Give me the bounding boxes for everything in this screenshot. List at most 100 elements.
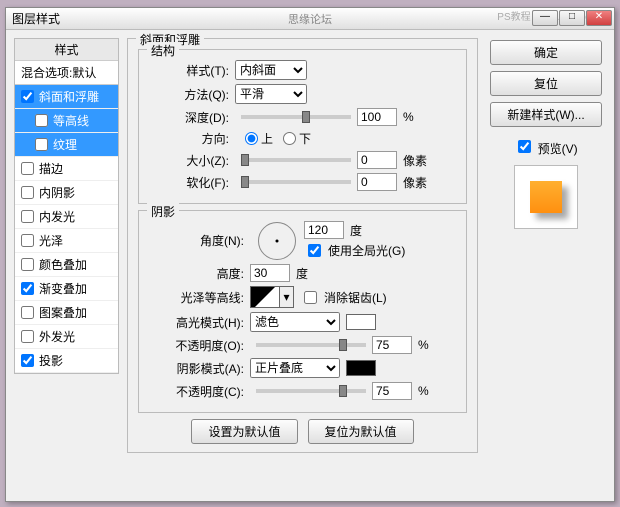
layer-style-dialog: 图层样式 思缘论坛 PS教程 bbs.tuyuan.com — □ ✕ 样式 混…: [5, 7, 615, 502]
technique-select[interactable]: 平滑: [235, 84, 307, 104]
gloss-contour-dropdown[interactable]: ▾: [280, 286, 294, 308]
soften-slider[interactable]: [241, 180, 351, 184]
style-item-6[interactable]: 光泽: [15, 229, 118, 253]
shadow-opacity-input[interactable]: [372, 382, 412, 400]
soften-label: 软化(F):: [149, 174, 229, 191]
ok-button[interactable]: 确定: [490, 40, 602, 65]
style-item-11[interactable]: 投影: [15, 349, 118, 373]
style-item-0[interactable]: 斜面和浮雕: [15, 85, 118, 109]
style-item-label: 斜面和浮雕: [39, 88, 99, 105]
direction-up-radio[interactable]: [245, 132, 258, 145]
style-item-3[interactable]: 描边: [15, 157, 118, 181]
style-item-label: 内阴影: [39, 184, 75, 201]
style-item-label: 内发光: [39, 208, 75, 225]
cancel-button[interactable]: 复位: [490, 71, 602, 96]
preview-label: 预览(V): [538, 142, 578, 156]
angle-label: 角度(N):: [149, 232, 244, 249]
style-item-checkbox[interactable]: [21, 234, 34, 247]
settings-panel: 斜面和浮雕 结构 样式(T): 内斜面 方法(Q): 平滑 深度(D):: [119, 38, 486, 493]
style-select[interactable]: 内斜面: [235, 60, 307, 80]
highlight-mode-select[interactable]: 滤色: [250, 312, 340, 332]
technique-label: 方法(Q):: [149, 86, 229, 103]
global-light-label: 使用全局光(G): [328, 242, 405, 259]
shadow-opacity-slider[interactable]: [256, 389, 366, 393]
titlebar-watermark-center: 思缘论坛: [288, 11, 332, 27]
style-item-checkbox[interactable]: [21, 90, 34, 103]
style-item-label: 外发光: [39, 328, 75, 345]
size-label: 大小(Z):: [149, 152, 229, 169]
make-default-button[interactable]: 设置为默认值: [191, 419, 297, 444]
style-item-checkbox[interactable]: [21, 306, 34, 319]
direction-down-label: 下: [299, 130, 311, 147]
style-item-checkbox[interactable]: [21, 258, 34, 271]
angle-dial[interactable]: [258, 222, 296, 260]
reset-default-button[interactable]: 复位为默认值: [308, 419, 414, 444]
style-item-2[interactable]: 纹理: [15, 133, 118, 157]
style-item-checkbox[interactable]: [21, 330, 34, 343]
style-item-checkbox[interactable]: [21, 162, 34, 175]
shadow-opacity-unit: %: [418, 384, 429, 398]
shadow-opacity-label: 不透明度(C):: [149, 383, 244, 400]
highlight-opacity-input[interactable]: [372, 336, 412, 354]
style-item-4[interactable]: 内阴影: [15, 181, 118, 205]
altitude-input[interactable]: [250, 264, 290, 282]
depth-unit: %: [403, 110, 414, 124]
new-style-button[interactable]: 新建样式(W)...: [490, 102, 602, 127]
gloss-contour-swatch[interactable]: [250, 286, 280, 308]
altitude-unit: 度: [296, 265, 308, 282]
altitude-label: 高度:: [149, 265, 244, 282]
soften-unit: 像素: [403, 174, 427, 191]
style-item-8[interactable]: 渐变叠加: [15, 277, 118, 301]
preview-checkbox[interactable]: [518, 140, 531, 153]
size-slider[interactable]: [241, 158, 351, 162]
style-item-9[interactable]: 图案叠加: [15, 301, 118, 325]
style-label: 样式(T):: [149, 62, 229, 79]
shadow-mode-select[interactable]: 正片叠底: [250, 358, 340, 378]
style-item-checkbox[interactable]: [21, 210, 34, 223]
style-item-checkbox[interactable]: [35, 138, 48, 151]
gloss-contour-label: 光泽等高线:: [149, 289, 244, 306]
style-item-checkbox[interactable]: [21, 186, 34, 199]
right-panel: 确定 复位 新建样式(W)... 预览(V): [486, 38, 606, 493]
direction-down-radio[interactable]: [283, 132, 296, 145]
direction-up-label: 上: [261, 130, 273, 147]
highlight-opacity-unit: %: [418, 338, 429, 352]
style-item-label: 纹理: [53, 136, 77, 153]
shading-legend: 阴影: [147, 203, 179, 220]
style-item-label: 等高线: [53, 112, 89, 129]
style-item-label: 光泽: [39, 232, 63, 249]
shadow-color-swatch[interactable]: [346, 360, 376, 376]
size-input[interactable]: [357, 151, 397, 169]
highlight-color-swatch[interactable]: [346, 314, 376, 330]
antialias-checkbox[interactable]: [304, 291, 317, 304]
style-item-1[interactable]: 等高线: [15, 109, 118, 133]
soften-input[interactable]: [357, 173, 397, 191]
style-item-checkbox[interactable]: [35, 114, 48, 127]
angle-input[interactable]: [304, 221, 344, 239]
style-item-5[interactable]: 内发光: [15, 205, 118, 229]
style-item-label: 描边: [39, 160, 63, 177]
style-item-label: 颜色叠加: [39, 256, 87, 273]
style-item-label: 图案叠加: [39, 304, 87, 321]
highlight-opacity-slider[interactable]: [256, 343, 366, 347]
titlebar[interactable]: 图层样式 思缘论坛 PS教程 bbs.tuyuan.com — □ ✕: [6, 8, 614, 30]
shadow-mode-label: 阴影模式(A):: [149, 360, 244, 377]
blending-options-item[interactable]: 混合选项:默认: [15, 61, 118, 85]
preview-square: [530, 181, 562, 213]
style-item-checkbox[interactable]: [21, 354, 34, 367]
style-item-checkbox[interactable]: [21, 282, 34, 295]
styles-header[interactable]: 样式: [15, 39, 118, 61]
maximize-button[interactable]: □: [559, 10, 585, 26]
global-light-checkbox[interactable]: [308, 244, 321, 257]
angle-unit: 度: [350, 222, 362, 239]
depth-input[interactable]: [357, 108, 397, 126]
minimize-button[interactable]: —: [532, 10, 558, 26]
structure-legend: 结构: [147, 42, 179, 59]
depth-slider[interactable]: [241, 115, 351, 119]
preview-box: [514, 165, 578, 229]
direction-label: 方向:: [149, 130, 229, 147]
style-item-10[interactable]: 外发光: [15, 325, 118, 349]
style-item-7[interactable]: 颜色叠加: [15, 253, 118, 277]
close-button[interactable]: ✕: [586, 10, 612, 26]
highlight-mode-label: 高光模式(H):: [149, 314, 244, 331]
